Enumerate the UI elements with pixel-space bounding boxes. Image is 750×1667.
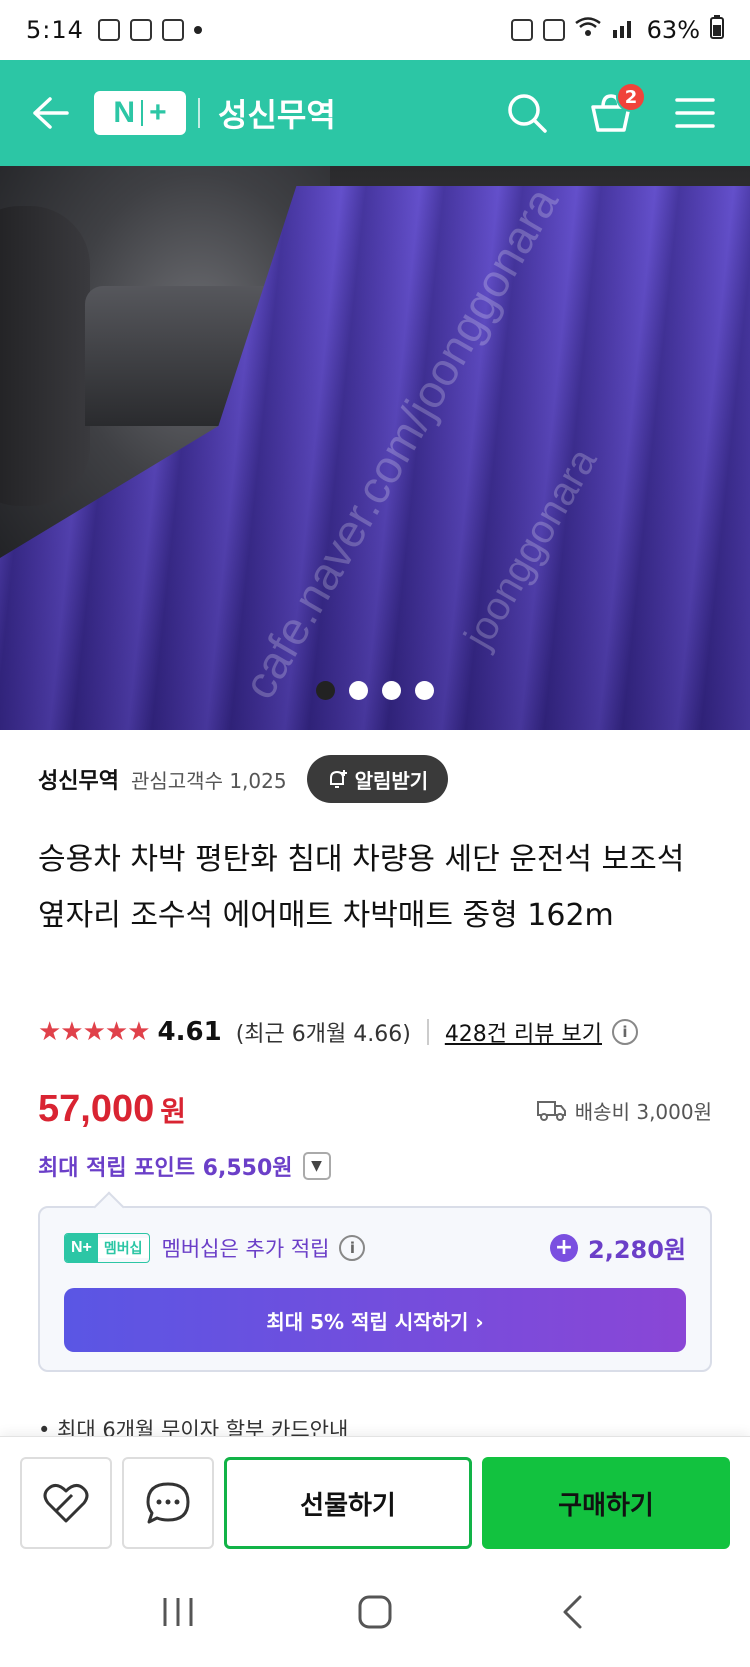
lock-icon	[510, 19, 533, 41]
naver-plus-membership-badge: N+ 멤버십	[64, 1232, 150, 1263]
buy-button[interactable]: 구매하기	[482, 1457, 730, 1549]
more-notifications-icon	[193, 26, 202, 34]
follower-count: 관심고객수 1,025	[130, 768, 287, 793]
wifi-icon	[574, 16, 601, 44]
alarm-subscribe-button[interactable]: 알림받기	[306, 755, 449, 803]
search-button[interactable]	[502, 88, 552, 138]
info-icon[interactable]: i	[612, 1019, 638, 1045]
back-button[interactable]	[22, 85, 78, 141]
pagination-dot[interactable]	[415, 681, 434, 700]
box-icon	[129, 19, 152, 41]
hamburger-menu-icon	[675, 98, 715, 128]
talk-button[interactable]	[122, 1457, 214, 1549]
installment-card-info[interactable]: • 최대 6개월 무이자 할부 카드안내	[38, 1414, 348, 1436]
logo-plus: +	[149, 96, 167, 129]
home-button[interactable]	[345, 1582, 405, 1642]
product-image-gallery[interactable]: cafe.naver.com/joonggonara joonggonara	[0, 166, 750, 730]
store-title[interactable]: 성신무역	[218, 90, 336, 136]
membership-extra-points: + 2,280원	[550, 1230, 686, 1265]
rating-row: ★★★★★ 4.61 (최근 6개월 4.66) 428건 리뷰 보기 i	[38, 1016, 638, 1048]
membership-box: N+ 멤버십 멤버십은 추가 적립 i + 2,280원 최대 5% 적립 시작…	[38, 1206, 712, 1372]
delivery-truck-icon	[536, 1101, 566, 1121]
membership-text: 멤버십은 추가 적립	[161, 1236, 330, 1261]
price-row: 57,000 원 배송비 3,000원	[38, 1088, 712, 1131]
back-arrow-icon	[33, 97, 69, 129]
notification-icons	[97, 19, 202, 41]
membership-info-icon[interactable]: i	[339, 1234, 366, 1261]
max-points-row[interactable]: 최대 적립 포인트 6,550원 ▼	[38, 1150, 331, 1182]
signal-icon	[611, 16, 637, 44]
home-icon	[358, 1595, 392, 1628]
alarm-label: 알림받기	[354, 768, 429, 793]
star-rating: ★★★★★	[38, 1017, 151, 1047]
heart-icon	[43, 1484, 89, 1523]
membership-start-button[interactable]: 최대 5% 적립 시작하기 ›	[64, 1288, 686, 1352]
review-link[interactable]: 428건 리뷰 보기	[445, 1016, 602, 1048]
bottom-action-bar: 선물하기 구매하기	[0, 1436, 750, 1556]
pagination-dot[interactable]	[382, 681, 401, 700]
battery-level: 63%	[646, 16, 700, 44]
pagination-dot[interactable]	[316, 681, 335, 700]
product-title: 승용차 차박 평탄화 침대 차량용 세단 운전석 보조석 옆자리 조수석 에어매…	[38, 842, 685, 933]
system-nav-bar	[0, 1556, 750, 1667]
sale-price: 57,000	[38, 1088, 155, 1130]
pill-icon	[97, 19, 120, 41]
header-divider	[198, 98, 200, 128]
recent-apps-icon	[163, 1597, 193, 1626]
extra-points-value: 2,280원	[588, 1236, 686, 1264]
app-icon	[161, 19, 184, 41]
max-points-text: 최대 적립 포인트 6,550원	[38, 1156, 293, 1181]
nav-back-button[interactable]	[542, 1582, 602, 1642]
chat-bubble-icon	[146, 1482, 190, 1524]
bell-plus-icon	[329, 770, 347, 788]
store-info-row: 성신무역 관심고객수 1,025 알림받기	[38, 755, 449, 803]
rating-score: 4.61	[157, 1017, 222, 1047]
battery-icon	[710, 15, 724, 45]
wishlist-button[interactable]	[20, 1457, 112, 1549]
naver-plus-logo[interactable]: N +	[94, 91, 186, 135]
pagination-dot[interactable]	[349, 681, 368, 700]
shipping-fee-text: 배송비 3,000원	[574, 1099, 712, 1124]
status-bar: 5:14 63%	[0, 0, 750, 60]
store-name[interactable]: 성신무역	[38, 763, 119, 795]
plus-circle-icon: +	[550, 1233, 578, 1262]
gift-button[interactable]: 선물하기	[224, 1457, 472, 1549]
menu-button[interactable]	[670, 88, 720, 138]
cart-count-badge: 2	[616, 82, 646, 112]
system-icons: 63%	[510, 15, 724, 45]
recent-rating: (최근 6개월 4.66)	[235, 1022, 411, 1047]
gallery-pagination	[0, 681, 750, 700]
price-unit: 원	[160, 1095, 186, 1128]
logo-n: N	[113, 96, 136, 129]
shipping-fee: 배송비 3,000원	[536, 1096, 712, 1125]
status-time: 5:14	[26, 16, 84, 44]
search-icon	[508, 94, 547, 133]
cart-button[interactable]: 2	[586, 82, 646, 138]
alarm-icon	[542, 19, 565, 41]
recent-apps-button[interactable]	[148, 1582, 208, 1642]
back-chevron-icon	[563, 1595, 582, 1628]
chevron-down-icon[interactable]: ▼	[302, 1152, 331, 1180]
app-header: N + 성신무역 2	[0, 60, 750, 166]
